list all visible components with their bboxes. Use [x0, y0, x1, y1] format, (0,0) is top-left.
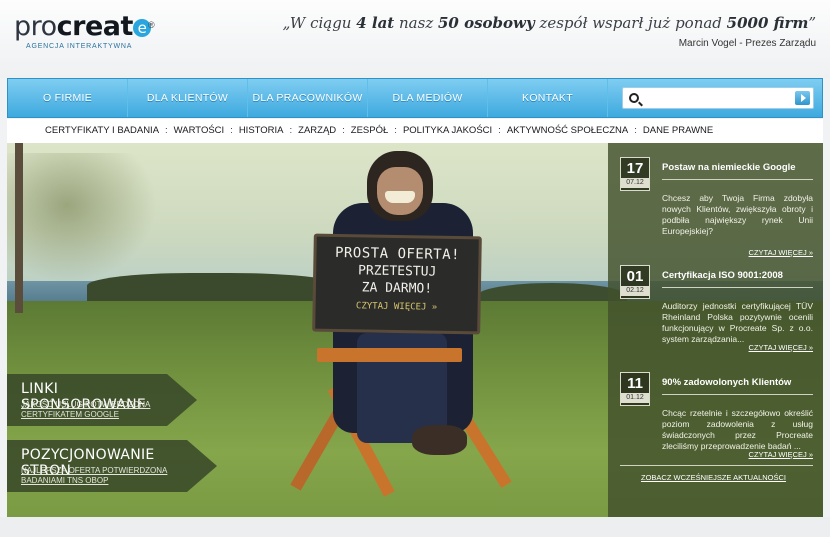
sub-nav: CERTYFIKATY I BADANIA: WARTOŚCI: HISTORIA:…: [7, 119, 823, 143]
nav-item-kontakt[interactable]: KONTAKT: [488, 79, 608, 117]
news-date-month: 07.12: [621, 178, 649, 188]
nav-item-dla-mediow[interactable]: DLA MEDIÓW: [368, 79, 488, 117]
banner-arrow-icon: [187, 440, 217, 492]
quote-text: „W ciągu 4 lat nasz 50 osobowy zespół ws…: [282, 14, 816, 32]
page-bottom: [0, 517, 830, 537]
news-body: Chcąc rzetelnie i szczegółowo określić p…: [662, 408, 813, 451]
header-quote: „W ciągu 4 lat nasz 50 osobowy zespół ws…: [283, 14, 816, 49]
registered-icon: ®: [148, 20, 155, 30]
subnav-item-aktywnosc-spoleczna[interactable]: AKTYWNOŚĆ SPOŁECZNA: [507, 125, 628, 136]
sign-line: PROSTA OFERTA!: [334, 244, 461, 264]
subnav-item-wartosci[interactable]: WARTOŚCI: [174, 125, 225, 136]
news-date: 01 02.12: [620, 265, 650, 299]
banner-pozycjonowanie-stron[interactable]: POZYCJONOWANIE STRON NAJLEPSZA OFERTA PO…: [7, 440, 217, 492]
banner-arrow-icon: [167, 374, 197, 426]
banner-subtitle: JAKOŚĆ USŁUG POTWIERDZONA CERTYFIKATEM GO…: [21, 400, 151, 419]
search-input[interactable]: [645, 90, 785, 106]
logo[interactable]: procreat e ® AGENCJA INTERAKTYWNA: [14, 12, 155, 51]
news-date-day: 17: [626, 160, 644, 177]
news-date: 17 07.12: [620, 157, 650, 191]
search-box: [622, 87, 814, 109]
sign-line: PRZETESTUJ: [357, 263, 437, 280]
news-archive-link[interactable]: ZOBACZ WCZEŚNIEJSZE AKTUALNOŚCI: [641, 473, 786, 482]
news-date-day: 01: [626, 268, 644, 285]
subnav-separator: :: [394, 125, 397, 136]
search-submit-button[interactable]: [795, 91, 810, 105]
nav-item-dla-pracownikow[interactable]: DLA PRACOWNIKÓW: [248, 79, 368, 117]
hero-banner: PROSTA OFERTA! PRZETESTUJ ZA DARMO! CZYT…: [7, 143, 823, 517]
news-panel: 17 07.12 Postaw na niemieckie Google Chc…: [608, 143, 823, 517]
logo-create: creat: [56, 11, 134, 42]
logo-tagline: AGENCJA INTERAKTYWNA: [26, 43, 133, 50]
news-title[interactable]: Certyfikacja ISO 9001:2008: [662, 270, 783, 281]
hero-tree: [7, 153, 157, 283]
news-date-month: 01.12: [621, 393, 649, 403]
subnav-item-zarzad[interactable]: ZARZĄD: [298, 125, 336, 136]
banner-linki-sponsorowane[interactable]: LINKI SPONSOROWANE JAKOŚĆ USŁUG POTWIERD…: [7, 374, 197, 426]
banner-subtitle: NAJLEPSZA OFERTA POTWIERDZONA BADANIAMI T…: [21, 466, 168, 485]
nav-item-dla-klientow[interactable]: DLA KLIENTÓW: [128, 79, 248, 117]
news-read-more-link[interactable]: CZYTAJ WIĘCEJ »: [749, 450, 813, 459]
logo-pro: pro: [14, 11, 57, 42]
news-body: Auditorzy jednostki certyfikującej TÜV R…: [662, 301, 813, 344]
chimpanzee-teeth: [385, 191, 415, 203]
subnav-separator: :: [165, 125, 168, 136]
news-divider: [620, 465, 813, 466]
news-title[interactable]: 90% zadowolonych Klientów: [662, 377, 791, 388]
chair-seat: [317, 348, 462, 362]
sign-read-more-link[interactable]: CZYTAJ WIĘCEJ »: [316, 301, 478, 314]
subnav-item-dane-prawne[interactable]: DANE PRAWNE: [643, 125, 713, 136]
logo-wordmark: procreat e: [14, 12, 151, 42]
news-date-day: 11: [627, 375, 643, 392]
news-date-month: 02.12: [621, 286, 649, 296]
subnav-item-certyfikaty[interactable]: CERTYFIKATY I BADANIA: [45, 125, 159, 136]
quote-author: Marcin Vogel - Prezes Zarządu: [678, 38, 816, 49]
chimpanzee-feet: [412, 425, 467, 455]
nav-item-o-firmie[interactable]: O FIRMIE: [8, 79, 128, 117]
subnav-separator: :: [289, 125, 293, 136]
subnav-separator: :: [634, 125, 637, 136]
news-divider: [662, 179, 813, 180]
chalkboard-sign[interactable]: PROSTA OFERTA! PRZETESTUJ ZA DARMO! CZYT…: [312, 233, 482, 335]
news-read-more-link[interactable]: CZYTAJ WIĘCEJ »: [749, 248, 813, 257]
subnav-item-historia[interactable]: HISTORIA: [239, 125, 284, 136]
news-divider: [662, 394, 813, 395]
subnav-separator: :: [342, 125, 345, 136]
search-icon: [629, 93, 639, 103]
subnav-item-polityka-jakosci[interactable]: POLITYKA JAKOŚCI: [403, 125, 492, 136]
news-title[interactable]: Postaw na niemieckie Google: [662, 162, 796, 173]
news-date: 11 01.12: [620, 372, 650, 406]
main-nav: O FIRMIE DLA KLIENTÓW DLA PRACOWNIKÓW DL…: [7, 78, 823, 118]
hero-tree-trunk: [15, 143, 23, 313]
header: procreat e ® AGENCJA INTERAKTYWNA „W ciąg…: [0, 0, 830, 78]
subnav-item-zespol[interactable]: ZESPÓŁ: [351, 125, 389, 136]
subnav-separator: :: [230, 125, 233, 136]
subnav-separator: :: [498, 125, 501, 136]
news-body: Chcesz aby Twoja Firma zdobyła nowych Kl…: [662, 193, 813, 236]
news-read-more-link[interactable]: CZYTAJ WIĘCEJ »: [749, 343, 813, 352]
sign-line: ZA DARMO!: [361, 280, 433, 297]
news-divider: [662, 287, 813, 288]
